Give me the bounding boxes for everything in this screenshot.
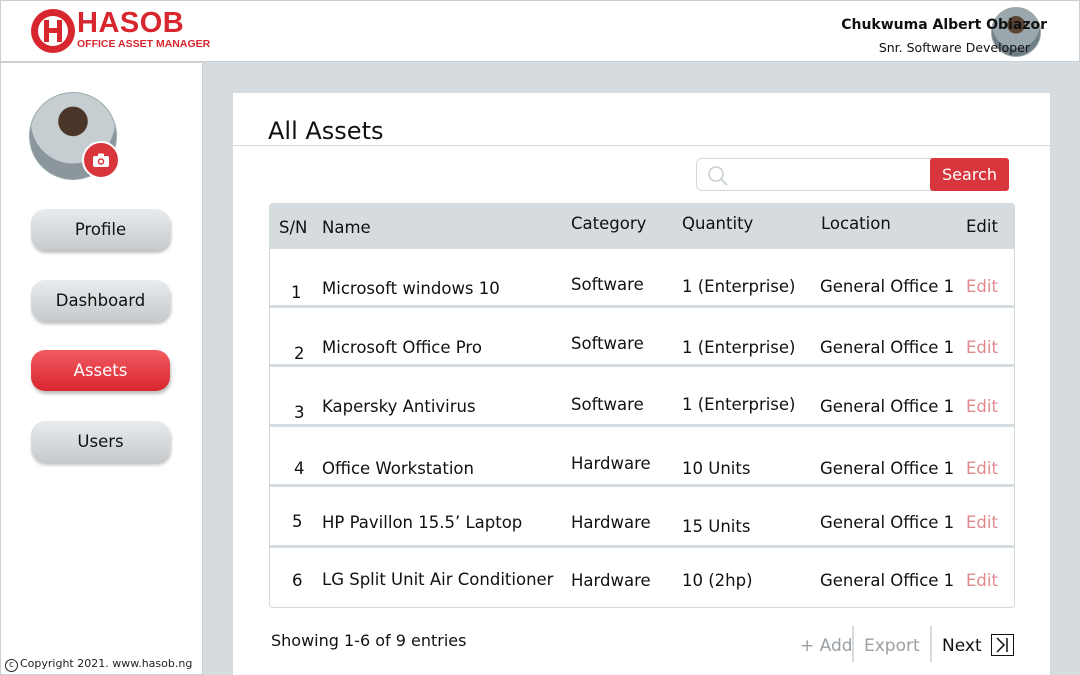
divider <box>852 626 854 662</box>
sidebar-item-dashboard[interactable]: Dashboard <box>31 280 170 321</box>
col-header-edit: Edit <box>966 217 998 236</box>
copyright-icon: c <box>5 659 18 672</box>
cell-sn: 4 <box>294 459 305 478</box>
edit-link[interactable]: Edit <box>966 459 998 478</box>
cell-name: HP Pavillon 15.5’ Laptop <box>322 513 523 532</box>
hasob-logo[interactable]: HASOB OFFICE ASSET MANAGER <box>31 7 221 53</box>
table-row: 2 Microsoft Office Pro Software 1 (Enter… <box>270 309 1014 367</box>
change-photo-button[interactable] <box>82 141 120 179</box>
cell-name: Office Workstation <box>322 459 474 478</box>
cell-location: General Office 1 <box>820 277 955 296</box>
col-header-name: Name <box>322 218 371 237</box>
user-name: Chukwuma Albert Obiazor <box>841 17 1047 33</box>
logo-mark-icon <box>31 9 75 53</box>
last-page-button[interactable] <box>991 634 1014 656</box>
edit-link[interactable]: Edit <box>966 571 998 590</box>
sidebar-item-users[interactable]: Users <box>31 421 170 462</box>
cell-name: Kapersky Antivirus <box>322 397 476 416</box>
last-page-icon <box>996 637 1008 653</box>
cell-sn: 1 <box>291 283 302 302</box>
user-role: Snr. Software Developer <box>878 40 1030 55</box>
top-header: HASOB OFFICE ASSET MANAGER Chukwuma Albe… <box>0 0 1080 62</box>
edit-link[interactable]: Edit <box>966 397 998 416</box>
copyright-text: Copyright 2021. www.hasob.ng <box>20 657 193 670</box>
add-button[interactable]: + Add <box>800 636 853 656</box>
table-row: 3 Kapersky Antivirus Software 1 (Enterpr… <box>270 369 1014 427</box>
cell-category: Software <box>571 275 644 294</box>
cell-location: General Office 1 <box>820 513 955 532</box>
main-panel: All Assets Search S/N Name Category Quan… <box>233 93 1050 675</box>
logo-tagline: OFFICE ASSET MANAGER <box>77 38 211 50</box>
table-row: 6 LG Split Unit Air Conditioner Hardware… <box>270 549 1014 607</box>
cell-sn: 2 <box>294 344 305 363</box>
cell-name: Microsoft Office Pro <box>322 338 482 357</box>
table-row: 1 Microsoft windows 10 Software 1 (Enter… <box>270 250 1014 308</box>
cell-category: Software <box>571 334 644 353</box>
sidebar: Profile Dashboard Assets Users c Copyrigh… <box>0 62 203 675</box>
cell-quantity: 15 Units <box>682 517 751 536</box>
cell-sn: 3 <box>294 403 305 422</box>
edit-link[interactable]: Edit <box>966 513 998 532</box>
cell-location: General Office 1 <box>820 459 955 478</box>
pagination-summary: Showing 1-6 of 9 entries <box>271 631 467 650</box>
export-button[interactable]: Export <box>864 636 920 656</box>
cell-location: General Office 1 <box>820 338 955 357</box>
col-header-category: Category <box>571 214 647 233</box>
cell-category: Hardware <box>571 571 651 590</box>
next-page-button[interactable]: Next <box>942 636 982 656</box>
col-header-location: Location <box>821 214 891 233</box>
copyright-notice: c Copyright 2021. www.hasob.ng <box>5 657 192 672</box>
page-title: All Assets <box>268 117 384 145</box>
edit-link[interactable]: Edit <box>966 338 998 357</box>
divider <box>930 626 932 662</box>
table-row: 5 HP Pavillon 15.5’ Laptop Hardware 15 U… <box>270 490 1014 548</box>
cell-quantity: 1 (Enterprise) <box>682 395 796 414</box>
search-input[interactable] <box>735 163 925 187</box>
cell-quantity: 10 Units <box>682 459 751 478</box>
cell-category: Hardware <box>571 513 651 532</box>
col-header-quantity: Quantity <box>682 214 754 233</box>
camera-icon <box>93 153 109 167</box>
search-button[interactable]: Search <box>930 158 1009 191</box>
edit-link[interactable]: Edit <box>966 277 998 296</box>
table-row: 4 Office Workstation Hardware 10 Units G… <box>270 429 1014 487</box>
cell-location: General Office 1 <box>820 397 955 416</box>
cell-quantity: 1 (Enterprise) <box>682 277 796 296</box>
cell-name: LG Split Unit Air Conditioner <box>322 570 554 589</box>
title-divider <box>233 145 1050 146</box>
col-header-sn: S/N <box>279 218 308 237</box>
cell-quantity: 10 (2hp) <box>682 571 753 590</box>
cell-category: Software <box>571 395 644 414</box>
cell-sn: 6 <box>292 571 303 590</box>
cell-sn: 5 <box>292 512 303 531</box>
search-icon <box>708 166 728 186</box>
logo-wordmark: HASOB <box>77 7 185 39</box>
cell-location: General Office 1 <box>820 571 955 590</box>
cell-quantity: 1 (Enterprise) <box>682 338 796 357</box>
sidebar-item-assets[interactable]: Assets <box>31 350 170 391</box>
assets-table: S/N Name Category Quantity Location Edit… <box>269 203 1015 608</box>
cell-name: Microsoft windows 10 <box>322 279 500 298</box>
cell-category: Hardware <box>571 454 651 473</box>
table-header: S/N Name Category Quantity Location Edit <box>270 204 1014 249</box>
sidebar-item-profile[interactable]: Profile <box>31 209 170 250</box>
